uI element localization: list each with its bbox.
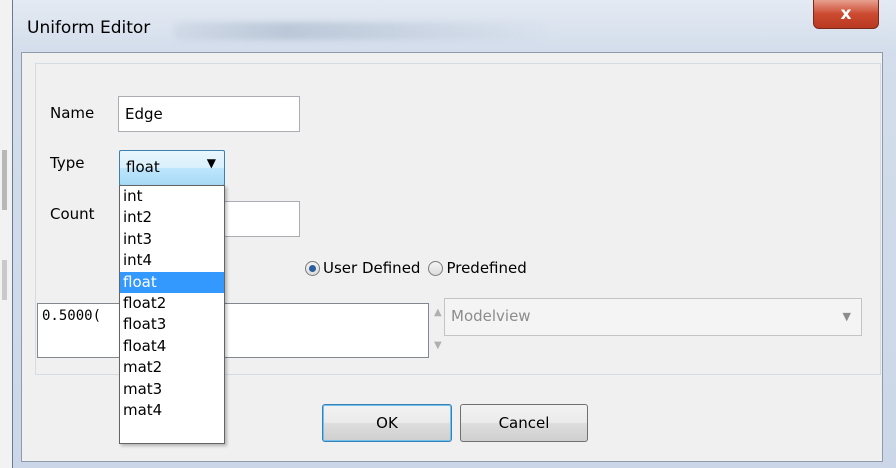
- background-strip: [0, 0, 12, 468]
- chevron-down-icon: ▼: [206, 156, 216, 170]
- spin-up-icon[interactable]: ▲: [434, 307, 442, 318]
- value-editor[interactable]: 0.5000(: [37, 303, 429, 358]
- dropdown-option[interactable]: float2: [120, 293, 224, 314]
- type-label: Type: [50, 154, 85, 172]
- dropdown-option[interactable]: mat2: [120, 357, 224, 378]
- name-label: Name: [50, 104, 95, 122]
- chevron-down-icon: ▼: [842, 310, 851, 323]
- dropdown-option[interactable]: int4: [120, 250, 224, 271]
- dropdown-option[interactable]: mat3: [120, 379, 224, 400]
- predefined-label: Predefined: [446, 259, 527, 277]
- user-defined-radio[interactable]: [305, 260, 320, 276]
- count-label: Count: [50, 205, 95, 223]
- predefined-select-value: Modelview: [451, 307, 531, 325]
- dropdown-option[interactable]: int: [120, 186, 224, 207]
- type-select[interactable]: float ▼: [119, 150, 225, 186]
- name-field[interactable]: Edge: [118, 96, 300, 132]
- radio-selected-icon: [309, 264, 316, 272]
- type-dropdown-list: int int2 int3 int4 float float2 float3 f…: [119, 185, 225, 444]
- spin-down-icon[interactable]: ▼: [434, 340, 442, 351]
- count-field[interactable]: [222, 201, 300, 237]
- window-title: Uniform Editor: [27, 18, 151, 38]
- predefined-radio[interactable]: [428, 260, 444, 276]
- predefined-select[interactable]: Modelview ▼: [444, 298, 862, 336]
- dropdown-option[interactable]: float4: [120, 336, 224, 357]
- background-mark: [2, 260, 7, 300]
- mode-radio-group: User Defined Predefined: [305, 259, 527, 277]
- background-mark: [2, 150, 7, 210]
- dropdown-option[interactable]: int2: [120, 207, 224, 228]
- title-bar-blur: [173, 22, 553, 40]
- type-select-value: float: [126, 158, 160, 176]
- close-button[interactable]: x: [813, 0, 879, 29]
- ok-button[interactable]: OK: [322, 404, 452, 442]
- user-defined-label: User Defined: [323, 259, 421, 277]
- dropdown-option-highlighted[interactable]: float: [120, 271, 224, 293]
- dropdown-option[interactable]: int3: [120, 229, 224, 250]
- dropdown-option[interactable]: mat4: [120, 400, 224, 421]
- cancel-button[interactable]: Cancel: [460, 404, 588, 442]
- dropdown-option[interactable]: float3: [120, 314, 224, 335]
- close-icon: x: [840, 4, 852, 24]
